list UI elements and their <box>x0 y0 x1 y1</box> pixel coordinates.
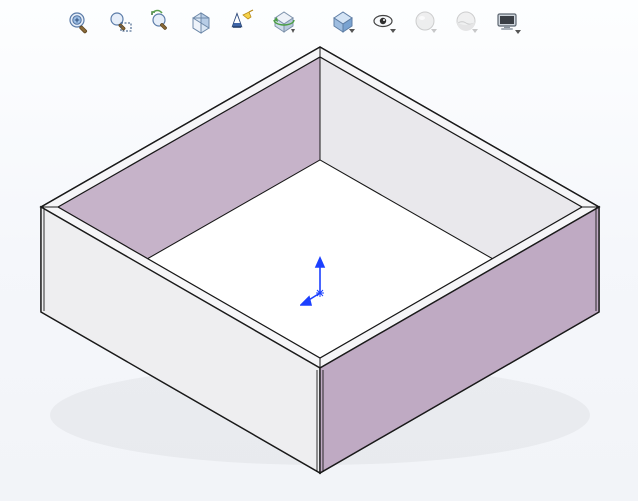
svg-text:+: + <box>74 15 79 25</box>
hide-show-items-icon[interactable] <box>371 8 399 36</box>
zoom-to-area-icon[interactable] <box>106 8 134 36</box>
heads-up-view-toolbar: + <box>65 8 522 36</box>
face-inner-back-left <box>49 56 320 317</box>
model-open-box <box>0 0 638 501</box>
face-inner-back-right <box>320 56 591 317</box>
face-inner-front-left <box>49 212 320 461</box>
origin-triad-icon <box>300 255 340 315</box>
edit-appearance-icon <box>412 8 440 36</box>
face-inner-floor <box>49 161 591 473</box>
apply-scene-icon <box>453 8 481 36</box>
view-orientation-icon[interactable] <box>270 8 298 36</box>
view-settings-icon[interactable] <box>494 8 522 36</box>
dynamic-annotation-views-icon[interactable] <box>229 8 257 36</box>
zoom-to-fit-icon[interactable]: + <box>65 8 93 36</box>
face-outer-front-left <box>41 207 320 473</box>
face-inner-floor-2 <box>56 165 584 461</box>
previous-view-icon[interactable] <box>147 8 175 36</box>
viewport-3d[interactable]: + <box>0 0 638 501</box>
section-view-icon[interactable] <box>188 8 216 36</box>
face-outer-front-right <box>320 207 599 473</box>
display-style-icon[interactable] <box>330 8 358 36</box>
